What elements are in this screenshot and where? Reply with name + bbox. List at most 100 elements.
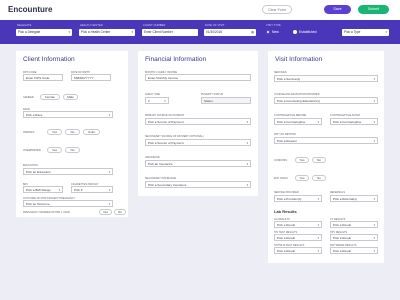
contraceptive-before-value: Pick a Contraceptive [277,120,306,124]
pap-smear-results-value: Pick a Result [333,249,352,253]
chevron-down-icon: ▾ [317,120,319,124]
visit-type-select[interactable]: Pick a Type ▾ [342,29,389,36]
gender-female-option[interactable]: Female [40,94,60,100]
hispanic-no-option[interactable]: No [65,129,80,135]
ct-results-value: Pick a Result [333,223,352,227]
race-select[interactable]: Pick a Race ▾ [23,111,113,118]
contraceptive-after-select[interactable]: Pick a Contraceptive ▾ [330,118,378,125]
hispanic-yes-option[interactable]: Yes [47,129,62,135]
secondary-payment-value: Pick a Source of Payment [148,141,184,145]
submit-button[interactable]: Submit [358,5,389,14]
contraceptive-before-label: CONTRACEPTIVE BEFORE [274,114,307,117]
interpreter-label: INTERPRETER [23,149,41,152]
visit-type-new-label: New [272,30,279,34]
delegate-value: Pick a Delegate [18,30,41,34]
race-value: Pick a Race [26,113,43,117]
bmi-select[interactable]: Pick a BMI Range ▾ [23,186,63,193]
secondary-insurance-select[interactable]: Pick a Secondary Insurance ▾ [145,181,251,188]
pregnancy-no-option[interactable]: No [114,209,126,215]
top-bar: Encounture Clear Form Save Submit [0,0,400,20]
cigarettes-select[interactable]: Pick # ▾ [71,186,113,193]
financial-information-card: Financial Information MONTHLY FAMILY INC… [138,51,258,196]
counseling-select[interactable]: Pick a Counseling Education(s) ▾ [274,97,378,104]
hiv-results-select[interactable]: Pick a Result ▾ [274,234,322,241]
gender-male-option[interactable]: Male [63,94,78,100]
chevron-down-icon: ▾ [385,30,387,34]
insurance-select[interactable]: Pick an Insurance ▾ [145,160,251,167]
fips-code-placeholder: Enter FIPS Code [26,76,50,80]
hpv-results-select[interactable]: Pick a Result ▾ [330,234,378,241]
interpreter-no-option[interactable]: No [65,147,80,153]
primary-payment-value: Pick a Source of Payment [148,120,184,124]
services-select[interactable]: Pick a Service(s) ▾ [274,75,378,82]
chevron-down-icon: ▾ [373,77,375,81]
referrals-select[interactable]: Pick a Referral(s) ▾ [330,195,378,202]
services-value: Pick a Service(s) [277,77,301,81]
client-number-input[interactable]: Enter Client Number [142,29,198,36]
syphilis-results-value: Pick a Result [277,249,296,253]
client-number-label: CLIENT NUMBER [143,24,166,27]
service-provider-value: Pick a Provider(s) [277,197,302,201]
syphilis-results-select[interactable]: Pick a Result ▾ [274,247,322,254]
stepper-arrows-icon[interactable]: ⇕ [164,98,166,103]
chevron-down-icon: ▾ [246,141,248,145]
primary-payment-select[interactable]: Pick a Source of Payment ▾ [145,118,251,125]
education-value: Pick an Education [26,170,51,174]
fips-code-input[interactable]: Enter FIPS Code [23,74,63,81]
pap-smear-results-select[interactable]: Pick a Result ▾ [330,247,378,254]
date-of-visit-value: 01/30/2018 [206,30,222,34]
outcome-select[interactable]: Pick an Outcome ▾ [23,200,113,207]
secondary-insurance-label: SECONDARY INSURANCE [145,177,177,180]
date-of-visit-input[interactable]: 01/30/2018 ▦ [204,29,256,36]
condoms-yes-option[interactable]: Yes [295,157,309,163]
bmi-value: Pick a BMI Range [26,188,51,192]
visit-type-new-radio[interactable]: New [266,30,279,35]
visit-type-established-radio[interactable]: Established [293,30,317,35]
contraceptive-after-value: Pick a Contraceptive [333,120,362,124]
chevron-down-icon: ▾ [373,223,375,227]
ct-results-select[interactable]: Pick a Result ▾ [330,221,378,228]
chevron-down-icon: ▾ [373,197,375,201]
chevron-down-icon: ▾ [108,202,110,206]
client-number-placeholder: Enter Client Number [144,30,173,34]
hispanic-unkn-option[interactable]: Unkn [83,129,100,135]
gc-results-select[interactable]: Pick a Result ▾ [274,221,322,228]
clear-form-button[interactable]: Clear Form [262,5,292,14]
chevron-down-icon: ▾ [317,249,319,253]
chevron-down-icon: ▾ [246,120,248,124]
services-label: SERVICES [274,71,287,74]
ecp-today-label: ECP TODAY [274,177,289,180]
contraceptive-before-select[interactable]: Pick a Contraceptive ▾ [274,118,322,125]
family-size-label: FAMILY SIZE [145,93,160,96]
visit-type-value: Pick a Type [344,30,361,34]
service-provider-select[interactable]: Pick a Provider(s) ▾ [274,195,322,202]
family-size-stepper[interactable]: 2 ⇕ [145,97,169,104]
cigarettes-value: Pick # [74,188,83,192]
education-select[interactable]: Pick an Education ▾ [23,168,113,175]
education-label: EDUCATION [23,164,38,167]
monthly-income-placeholder: Enter Monthly Income [148,76,179,80]
ecp-no-option[interactable]: No [312,175,326,181]
date-of-birth-input[interactable]: MM/DD/YYYY [71,74,111,81]
filter-bar: DELEGATE Pick a Delegate ▾ HEALTH CENTER … [0,20,400,44]
chevron-down-icon: ▾ [373,236,375,240]
health-center-select[interactable]: Pick a Health Center ▾ [79,29,135,36]
interpreter-yes-option[interactable]: Yes [47,147,62,153]
chevron-down-icon: ▾ [108,170,110,174]
ecp-yes-option[interactable]: Yes [295,175,309,181]
health-center-label: HEALTH CENTER [80,24,103,27]
pregnancy-yes-option[interactable]: Yes [99,209,112,215]
gc-results-value: Pick a Result [277,223,296,227]
chevron-down-icon: ▾ [317,236,319,240]
condoms-no-option[interactable]: No [312,157,326,163]
delegate-select[interactable]: Pick a Delegate ▾ [16,29,72,36]
secondary-payment-select[interactable]: Pick a Source of Payment ▾ [145,139,251,146]
monthly-income-input[interactable]: Enter Monthly Income [145,74,251,81]
hiv-results-value: Pick a Result [277,236,296,240]
pregnancy-desired-label: PREGNANCY DESIRED WITHIN 1 YEAR [23,211,70,214]
calendar-icon[interactable]: ▦ [251,29,254,36]
why-no-method-select[interactable]: Pick a Reason ▾ [274,137,378,144]
chevron-down-icon: ▾ [373,139,375,143]
client-information-title: Client Information [23,56,75,63]
save-button[interactable]: Save [324,5,351,14]
